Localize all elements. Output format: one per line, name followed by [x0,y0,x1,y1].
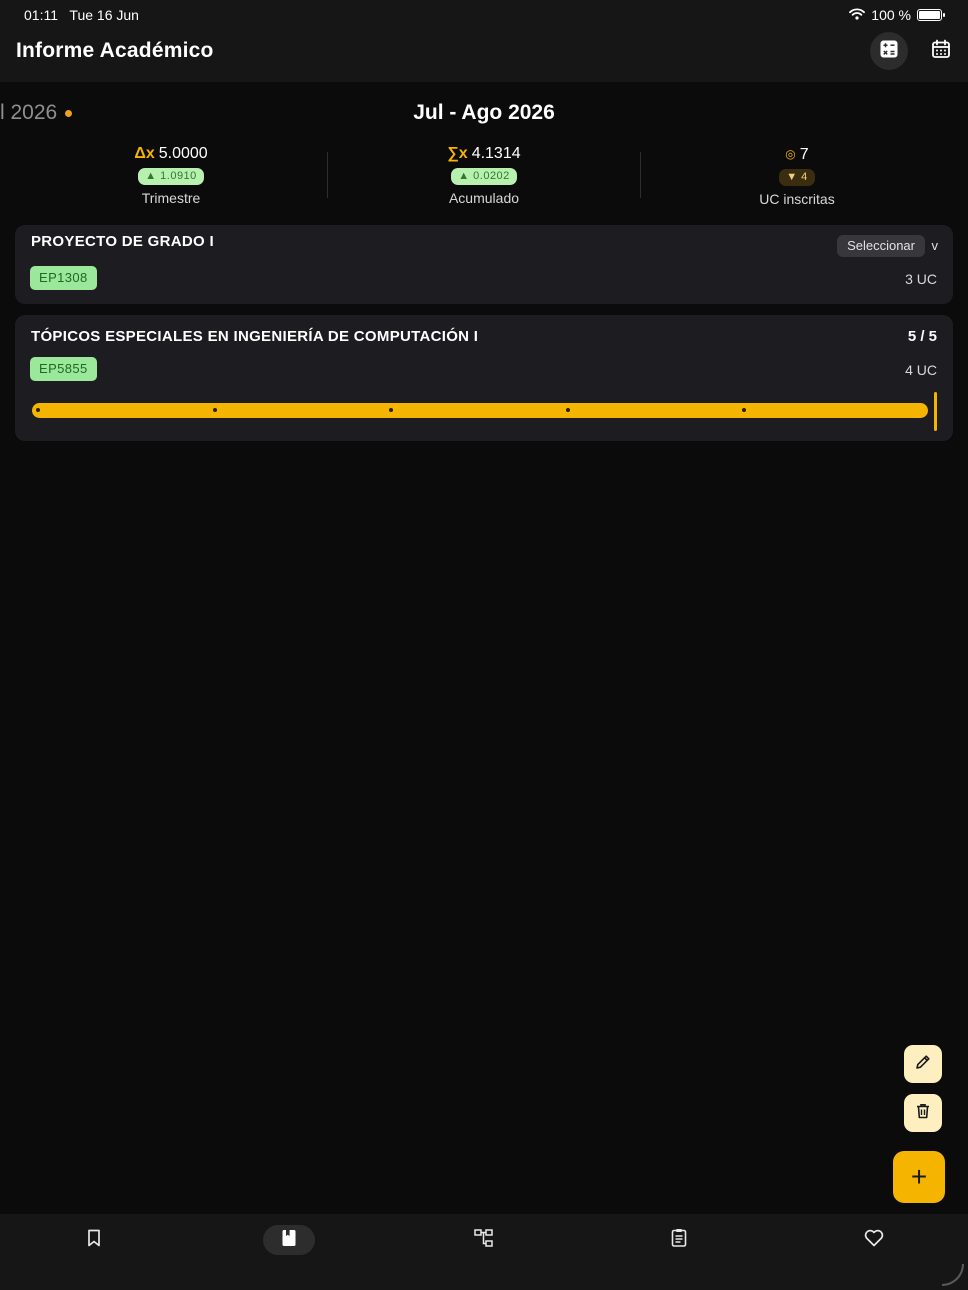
slider-tick [565,408,570,412]
grade-slider[interactable] [32,403,928,418]
add-course-button[interactable]: + [893,1151,945,1203]
nav-favorites[interactable] [848,1225,900,1255]
course-code-badge: EP5855 [30,357,97,381]
edit-button[interactable] [904,1045,942,1083]
app-header: Informe Académico [0,30,968,82]
course-title: PROYECTO DE GRADO I [31,233,214,250]
page-title: Informe Académico [16,39,214,62]
sum-icon: ∑x [447,145,468,162]
battery-percent: 100 % [871,7,911,23]
calendar-icon [931,39,951,64]
nav-hierarchy[interactable] [458,1225,510,1255]
bottom-nav [0,1214,968,1290]
heart-icon [864,1229,884,1252]
status-indicators: 100 % [849,7,945,23]
trend-badge: ▼ 4 [779,169,815,186]
book-icon [281,1229,297,1252]
nav-clipboard[interactable] [653,1225,705,1255]
stat-number: 4.1314 [471,145,521,162]
status-date: Tue 16 Jun [69,7,139,23]
target-icon: ◎ [785,147,796,161]
chevron-down-icon[interactable]: v [932,238,939,253]
status-time: 01:11 Tue 16 Jun [24,7,139,23]
delete-button[interactable] [904,1094,942,1132]
trend-badge: ▲ 0.0202 [451,168,517,185]
stat-label: UC inscritas [759,191,835,207]
nav-bookmark[interactable] [68,1225,120,1255]
stat-value: ∑x 4.1314 [384,145,584,163]
stat-value: ◎ 7 [697,145,897,164]
bookmark-icon [86,1229,102,1252]
course-card[interactable]: TÓPICOS ESPECIALES EN INGENIERÍA DE COMP… [15,315,953,441]
stat-number: 7 [799,146,809,163]
course-credits: 3 UC [905,271,937,287]
stat-value: Δx 5.0000 [71,145,271,163]
course-grade: 5 / 5 [907,328,937,345]
slider-tick [389,408,393,412]
pencil-icon [914,1053,932,1076]
stat-acumulado: ∑x 4.1314 ▲ 0.0202 Acumulado [384,145,584,206]
stat-divider [327,152,328,198]
hierarchy-icon [474,1228,494,1252]
delta-icon: Δx [134,145,155,162]
status-bar: 01:11 Tue 16 Jun 100 % [0,0,968,30]
resize-handle-icon [942,1264,964,1286]
stat-trimestre: Δx 5.0000 ▲ 1.0910 Trimestre [71,145,271,206]
grade-slider-thumb[interactable] [934,392,937,431]
calculator-button[interactable] [870,32,908,70]
slider-tick [212,408,217,412]
select-grade-button[interactable]: Seleccionar [837,235,925,257]
trash-icon [914,1102,932,1125]
stat-label: Trimestre [141,190,201,206]
clipboard-icon [671,1228,687,1252]
course-card[interactable]: PROYECTO DE GRADO I Seleccionar v EP1308… [15,225,953,304]
calculator-icon [879,39,899,64]
status-clock: 01:11 [24,7,58,23]
slider-tick [742,408,746,412]
period-current[interactable]: Jul - Ago 2026 [0,101,968,125]
trend-badge: ▲ 1.0910 [138,168,204,185]
wifi-icon [849,7,866,23]
stat-divider [640,152,641,198]
stat-label: Acumulado [448,190,520,206]
course-title: TÓPICOS ESPECIALES EN INGENIERÍA DE COMP… [31,328,479,345]
nav-book[interactable] [263,1225,315,1255]
battery-icon [917,9,945,21]
course-code-badge: EP1308 [30,266,97,290]
slider-tick [36,408,40,412]
course-credits: 4 UC [905,362,937,378]
calendar-button[interactable] [922,32,960,70]
stat-uc-inscritas: ◎ 7 ▼ 4 UC inscritas [697,145,897,207]
app-root: 01:11 Tue 16 Jun 100 % Informe Académico [0,0,968,1290]
stat-number: 5.0000 [158,145,208,162]
